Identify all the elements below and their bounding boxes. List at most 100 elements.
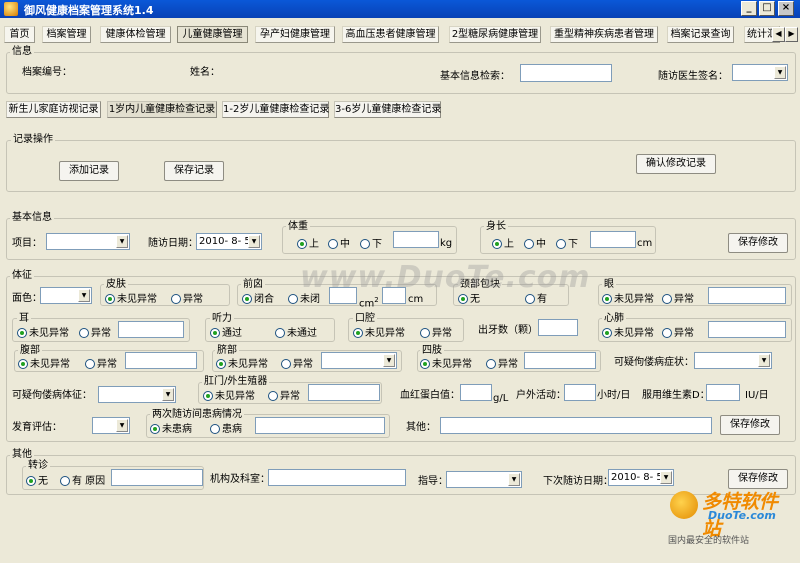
guide-label: 指导： <box>418 476 448 487</box>
guide-select[interactable]: ▼ <box>446 471 522 488</box>
eye-normal-radio[interactable]: 未见异常 <box>602 294 654 306</box>
face-select[interactable]: ▼ <box>40 287 92 304</box>
tab-maternal-health[interactable]: 孕产妇健康管理 <box>255 26 335 43</box>
heartlung-normal-radio[interactable]: 未见异常 <box>602 328 654 340</box>
subtab-3-6-years[interactable]: 3-6岁儿童健康检查记录 <box>334 101 441 118</box>
fontanel-closed-radio[interactable]: 闭合 <box>242 294 274 306</box>
illness-no-radio[interactable]: 未患病 <box>150 424 192 436</box>
referral-yes-radio[interactable]: 有 原因 <box>60 476 105 488</box>
visit-date-picker[interactable]: 2010- 8- 5 ▼ <box>196 233 262 250</box>
limbs-abnormal-radio[interactable]: 异常 <box>486 359 518 371</box>
info-group-label: 信息 <box>10 46 34 58</box>
heartlung-abnormal-radio[interactable]: 异常 <box>662 328 694 340</box>
visit-date-value: 2010- 8- 5 <box>199 236 251 247</box>
hemoglobin-input[interactable] <box>460 384 492 401</box>
radio-label: 上 <box>504 239 514 250</box>
basic-save-button[interactable]: 保存修改 <box>728 233 788 253</box>
neck-mass-no-radio[interactable]: 无 <box>458 294 480 306</box>
search-input[interactable] <box>520 64 612 82</box>
height-middle-radio[interactable]: 中 <box>524 239 546 251</box>
skin-abnormal-radio[interactable]: 异常 <box>171 294 203 306</box>
tab-scroll-left-icon[interactable]: ◀ <box>772 27 785 42</box>
anus-normal-radio[interactable]: 未见异常 <box>203 391 255 403</box>
abdomen-abnormal-radio[interactable]: 异常 <box>85 359 117 371</box>
height-lower-radio[interactable]: 下 <box>556 239 578 251</box>
tab-mental-illness[interactable]: 重型精神疾病患者管理 <box>550 26 658 43</box>
height-input[interactable] <box>590 231 636 248</box>
eye-abnormal-radio[interactable]: 异常 <box>662 294 694 306</box>
outdoor-activity-input[interactable] <box>564 384 596 401</box>
mouth-normal-radio[interactable]: 未见异常 <box>353 328 405 340</box>
maximize-button[interactable]: □ <box>759 1 775 16</box>
weight-label: 体重 <box>286 221 310 233</box>
tab-home[interactable]: 首页 <box>4 26 35 43</box>
illness-yes-radio[interactable]: 患病 <box>210 424 242 436</box>
navel-abnormal-select[interactable]: ▼ <box>321 352 397 369</box>
dept-input[interactable] <box>268 469 406 486</box>
other-save-button[interactable]: 保存修改 <box>728 469 788 489</box>
limbs-normal-radio[interactable]: 未见异常 <box>420 359 472 371</box>
weight-upper-radio[interactable]: 上 <box>297 239 319 251</box>
minimize-button[interactable]: _ <box>741 1 757 16</box>
subtab-newborn-visit[interactable]: 新生儿家庭访视记录 <box>6 101 101 118</box>
tab-health-exam[interactable]: 健康体检管理 <box>100 26 171 43</box>
tab-file-management[interactable]: 档案管理 <box>42 26 91 43</box>
tab-hypertension[interactable]: 高血压患者健康管理 <box>342 26 439 43</box>
abdomen-abnormal-input[interactable] <box>125 352 197 369</box>
vitamin-d-input[interactable] <box>706 384 740 401</box>
close-button[interactable]: × <box>778 1 794 16</box>
referral-reason-input[interactable] <box>111 469 203 486</box>
tab-scroll-right-icon[interactable]: ▶ <box>785 27 798 42</box>
illness-input[interactable] <box>255 417 385 434</box>
navel-normal-radio[interactable]: 未见异常 <box>216 359 268 371</box>
weight-lower-radio[interactable]: 下 <box>360 239 382 251</box>
neck-mass-yes-radio[interactable]: 有 <box>525 294 547 306</box>
item-select[interactable]: ▼ <box>46 233 130 250</box>
anus-abnormal-input[interactable] <box>308 384 380 401</box>
add-record-button[interactable]: 添加记录 <box>59 161 119 181</box>
exam-other-input[interactable] <box>440 417 712 434</box>
weight-input[interactable] <box>393 231 439 248</box>
radio-icon <box>662 294 672 304</box>
tab-child-health[interactable]: 儿童健康管理 <box>177 26 248 43</box>
exam-save-button[interactable]: 保存修改 <box>720 415 780 435</box>
referral-no-radio[interactable]: 无 <box>26 476 48 488</box>
skin-normal-radio[interactable]: 未见异常 <box>105 294 157 306</box>
radio-label: 未闭 <box>300 294 320 305</box>
doctor-sign-select[interactable]: ▼ <box>732 64 788 81</box>
growth-eval-select[interactable]: ▼ <box>92 417 130 434</box>
heartlung-abnormal-input[interactable] <box>708 321 786 338</box>
ear-abnormal-input[interactable] <box>118 321 184 338</box>
tab-diabetes[interactable]: 2型糖尿病健康管理 <box>449 26 541 43</box>
eye-abnormal-input[interactable] <box>708 287 786 304</box>
growth-eval-label: 发育评估： <box>12 422 62 433</box>
limbs-abnormal-input[interactable] <box>524 352 596 369</box>
radio-label: 未见异常 <box>614 328 654 339</box>
ear-normal-radio[interactable]: 未见异常 <box>17 328 69 340</box>
ear-abnormal-radio[interactable]: 异常 <box>79 328 111 340</box>
radio-label: 未见异常 <box>29 328 69 339</box>
subtab-under-1-year[interactable]: 1岁内儿童健康检查记录 <box>107 101 217 118</box>
abdomen-normal-radio[interactable]: 未见异常 <box>18 359 70 371</box>
hearing-pass-radio[interactable]: 通过 <box>210 328 242 340</box>
rickets-sign-select[interactable]: ▼ <box>98 386 176 403</box>
save-record-button[interactable]: 保存记录 <box>164 161 224 181</box>
radio-label: 中 <box>340 239 350 250</box>
radio-label: 上 <box>309 239 319 250</box>
anus-abnormal-radio[interactable]: 异常 <box>268 391 300 403</box>
chevron-down-icon: ▼ <box>774 66 786 79</box>
teeth-count-input[interactable] <box>538 319 578 336</box>
mouth-abnormal-radio[interactable]: 异常 <box>420 328 452 340</box>
tab-record-query[interactable]: 档案记录查询 <box>667 26 734 43</box>
confirm-edit-record-button[interactable]: 确认修改记录 <box>636 154 716 174</box>
subtab-1-2-years[interactable]: 1-2岁儿童健康检查记录 <box>222 101 329 118</box>
radio-label: 异常 <box>280 391 300 402</box>
next-visit-date-picker[interactable]: 2010- 8- 5 ▼ <box>608 469 674 486</box>
fontanel-open-radio[interactable]: 未闭 <box>288 294 320 306</box>
chevron-down-icon: ▼ <box>660 471 672 484</box>
hearing-fail-radio[interactable]: 未通过 <box>275 328 317 340</box>
navel-abnormal-radio[interactable]: 异常 <box>281 359 313 371</box>
rickets-symptom-select[interactable]: ▼ <box>694 352 772 369</box>
height-upper-radio[interactable]: 上 <box>492 239 514 251</box>
weight-middle-radio[interactable]: 中 <box>328 239 350 251</box>
